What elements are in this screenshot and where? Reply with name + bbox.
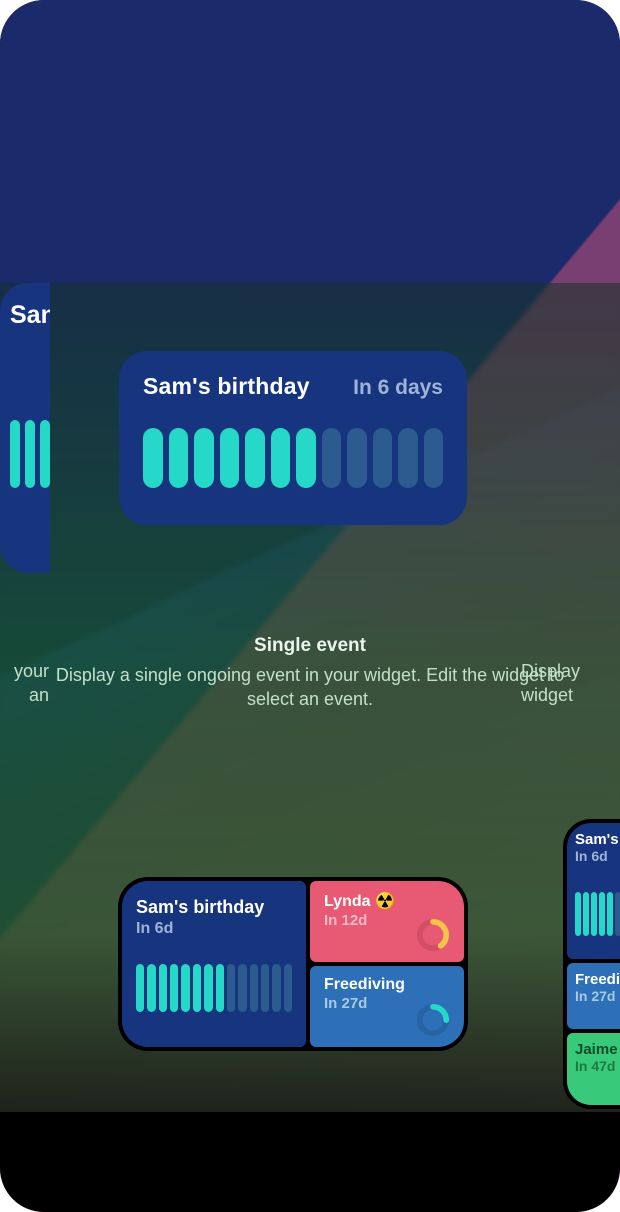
progress-bar (10, 420, 50, 488)
caption-fragment-line: Display (521, 659, 620, 683)
event-title-fragment: Jaime - (575, 1041, 620, 1058)
event-tile: Freediv In 27d (567, 963, 620, 1029)
bottom-bar-area (0, 1112, 620, 1212)
device-frame: Sam's birthday In 6 days San your an Sin… (0, 0, 620, 1212)
event-tile: Sam's In 6d (567, 823, 620, 959)
caption-fragment-line: widget (521, 683, 620, 707)
event-title-fragment: Sam's (575, 831, 620, 848)
widget-preview-single-event-large-peek[interactable]: San (0, 283, 50, 573)
caption-body: Display a single ongoing event in your w… (48, 663, 572, 712)
event-tile-secondary: Freediving In 27d (310, 966, 464, 1047)
progress-ring-icon (416, 1003, 450, 1037)
progress-ring-icon (416, 918, 450, 952)
caption-title: Single event (48, 635, 572, 657)
progress-bar (143, 428, 443, 488)
event-tile-primary: Sam's birthday In 6d (122, 881, 306, 1047)
widget-preview-single-event-small[interactable]: Sam's birthday In 6 days (119, 351, 467, 525)
progress-bar (575, 892, 620, 936)
event-countdown: In 6d (136, 920, 292, 938)
event-tile: Jaime - In 47d (567, 1033, 620, 1105)
widget-gallery-sheet[interactable]: Sam's birthday In 6 days San your an Sin… (0, 283, 620, 1212)
next-caption-fragment: Display widget (521, 659, 620, 708)
event-countdown: In 6d (575, 848, 620, 864)
widget-preview-multi-event-large-peek[interactable]: Sam's In 6d Freediv In 27d Jaime - In 47… (563, 819, 620, 1109)
widget-title-fragment: San (10, 301, 50, 329)
event-title: Sam's birthday (136, 897, 292, 918)
widget-preview-multi-event-medium[interactable]: Sam's birthday In 6d Lynda ☢️ In 12d Fre… (118, 877, 468, 1051)
event-title-fragment: Freediv (575, 971, 620, 988)
widget-title: Sam's birthday (143, 373, 310, 400)
event-countdown: In 47d (575, 1058, 620, 1074)
widget-countdown: In 6 days (353, 376, 443, 400)
event-countdown: In 27d (575, 988, 620, 1004)
event-tile-secondary: Lynda ☢️ In 12d (310, 881, 464, 962)
event-title: Lynda ☢️ (324, 891, 450, 911)
event-title: Freediving (324, 976, 450, 994)
progress-bar (136, 964, 292, 1012)
